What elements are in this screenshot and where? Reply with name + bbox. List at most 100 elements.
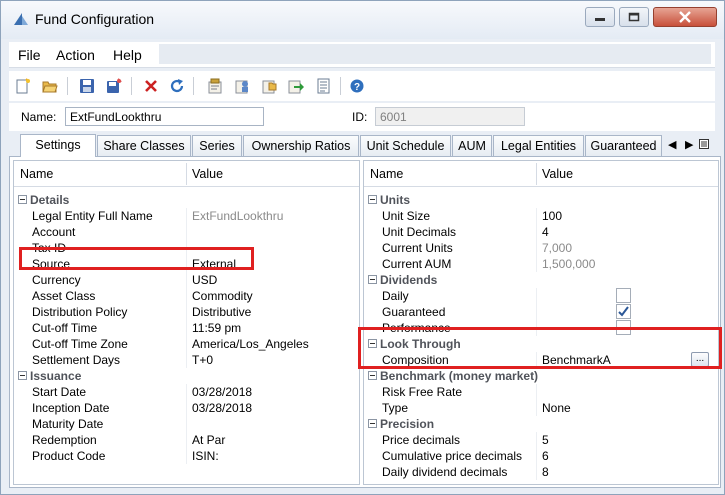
report-icon[interactable]	[313, 76, 333, 96]
property-value[interactable]: At Par	[192, 433, 225, 447]
property-value[interactable]: 6	[542, 449, 549, 463]
collapse-toggle-icon[interactable]	[368, 275, 377, 284]
tab-unit-schedule[interactable]: Unit Schedule	[360, 135, 451, 156]
property-row[interactable]: Tax ID	[14, 240, 359, 256]
property-row[interactable]: Guaranteed	[364, 304, 718, 320]
tab-aum[interactable]: AUM	[452, 135, 492, 156]
collapse-toggle-icon[interactable]	[368, 339, 377, 348]
properties-icon[interactable]	[205, 76, 225, 96]
property-row[interactable]: Legal Entity Full Name ExtFundLookthru	[14, 208, 359, 224]
property-value[interactable]: 5	[542, 433, 549, 447]
category-row[interactable]: Dividends	[364, 272, 718, 288]
property-value[interactable]: T+0	[192, 353, 213, 367]
property-value[interactable]: ExtFundLookthru	[192, 209, 283, 223]
property-value[interactable]: 03/28/2018	[192, 401, 252, 415]
category-row[interactable]: Issuance	[14, 368, 359, 384]
property-value[interactable]: America/Los_Angeles	[192, 337, 309, 351]
save-all-icon[interactable]	[104, 76, 124, 96]
menu-help[interactable]: Help	[113, 47, 142, 63]
property-row[interactable]: Asset Class Commodity	[14, 288, 359, 304]
menu-action[interactable]: Action	[56, 47, 95, 63]
close-button[interactable]	[653, 7, 717, 27]
tab-list-icon[interactable]	[699, 139, 709, 149]
property-row[interactable]: Currency USD	[14, 272, 359, 288]
property-value[interactable]: 11:59 pm	[192, 321, 241, 335]
property-value[interactable]: 1,500,000	[542, 257, 595, 271]
property-row[interactable]: Performance	[364, 320, 718, 336]
new-icon[interactable]	[13, 76, 33, 96]
collapse-toggle-icon[interactable]	[18, 371, 27, 380]
property-row[interactable]: Daily dividend decimals 8	[364, 464, 718, 480]
name-field[interactable]: ExtFundLookthru	[65, 107, 264, 126]
property-row[interactable]: Unit Decimals 4	[364, 224, 718, 240]
property-value[interactable]: Distributive	[192, 305, 251, 319]
property-row[interactable]: Cut-off Time 11:59 pm	[14, 320, 359, 336]
property-value[interactable]: ISIN:	[192, 449, 219, 463]
delete-icon[interactable]	[141, 76, 161, 96]
property-row[interactable]: Source External	[14, 256, 359, 272]
collapse-toggle-icon[interactable]	[368, 195, 377, 204]
property-row[interactable]: Type None	[364, 400, 718, 416]
property-row[interactable]: Maturity Date	[14, 416, 359, 432]
column-name-header[interactable]: Name	[20, 167, 53, 181]
open-icon[interactable]	[40, 76, 60, 96]
save-icon[interactable]	[77, 76, 97, 96]
collapse-toggle-icon[interactable]	[18, 195, 27, 204]
property-row[interactable]: Inception Date 03/28/2018	[14, 400, 359, 416]
property-row[interactable]: Cumulative price decimals 6	[364, 448, 718, 464]
collapse-toggle-icon[interactable]	[368, 371, 377, 380]
maximize-button[interactable]	[619, 7, 649, 27]
tab-settings[interactable]: Settings	[20, 134, 96, 157]
property-value[interactable]: 8	[542, 465, 549, 479]
property-value[interactable]: None	[542, 401, 571, 415]
property-value[interactable]: Commodity	[192, 289, 253, 303]
property-value[interactable]: BenchmarkA	[542, 353, 611, 367]
column-name-header[interactable]: Name	[370, 167, 403, 181]
property-value[interactable]: 4	[542, 225, 549, 239]
category-row[interactable]: Look Through	[364, 336, 718, 352]
tab-scroll-left-icon[interactable]: ◀	[668, 138, 676, 151]
checkbox-checked[interactable]	[616, 304, 631, 319]
tab-guaranteed[interactable]: Guaranteed	[585, 135, 662, 156]
property-row[interactable]: Risk Free Rate	[364, 384, 718, 400]
property-row[interactable]: Start Date 03/28/2018	[14, 384, 359, 400]
refresh-icon[interactable]	[167, 76, 187, 96]
property-row[interactable]: Daily	[364, 288, 718, 304]
tab-scroll-right-icon[interactable]: ▶	[685, 138, 693, 151]
export-icon[interactable]	[286, 76, 306, 96]
column-value-header[interactable]: Value	[542, 167, 573, 181]
user-icon[interactable]	[232, 76, 252, 96]
folder-icon[interactable]	[259, 76, 279, 96]
property-row[interactable]: Distribution Policy Distributive	[14, 304, 359, 320]
checkbox-unchecked[interactable]	[616, 320, 631, 335]
property-row[interactable]: Redemption At Par	[14, 432, 359, 448]
property-row[interactable]: Unit Size 100	[364, 208, 718, 224]
column-value-header[interactable]: Value	[192, 167, 223, 181]
property-row[interactable]: Product Code ISIN:	[14, 448, 359, 464]
category-row[interactable]: Benchmark (money market)	[364, 368, 718, 384]
property-row[interactable]: Current AUM 1,500,000	[364, 256, 718, 272]
collapse-toggle-icon[interactable]	[368, 419, 377, 428]
property-row[interactable]: Price decimals 5	[364, 432, 718, 448]
checkbox-unchecked[interactable]	[616, 288, 631, 303]
property-value[interactable]: USD	[192, 273, 217, 287]
minimize-button[interactable]	[585, 7, 615, 27]
category-row[interactable]: Details	[14, 192, 359, 208]
id-field[interactable]: 6001	[375, 107, 525, 126]
property-value[interactable]: 100	[542, 209, 562, 223]
tab-series[interactable]: Series	[192, 135, 242, 156]
property-row[interactable]: Composition BenchmarkA...	[364, 352, 718, 368]
property-row[interactable]: Current Units 7,000	[364, 240, 718, 256]
category-row[interactable]: Precision	[364, 416, 718, 432]
property-value[interactable]: 7,000	[542, 241, 572, 255]
property-value[interactable]: External	[192, 257, 236, 271]
menu-file[interactable]: File	[18, 47, 41, 63]
tab-ownership-ratios[interactable]: Ownership Ratios	[243, 135, 359, 156]
property-row[interactable]: Cut-off Time Zone America/Los_Angeles	[14, 336, 359, 352]
tab-share-classes[interactable]: Share Classes	[97, 135, 191, 156]
browse-button[interactable]: ...	[691, 352, 709, 367]
property-value[interactable]: 03/28/2018	[192, 385, 252, 399]
help-icon[interactable]: ?	[347, 76, 367, 96]
property-row[interactable]: Account	[14, 224, 359, 240]
tab-legal-entities[interactable]: Legal Entities	[493, 135, 584, 156]
